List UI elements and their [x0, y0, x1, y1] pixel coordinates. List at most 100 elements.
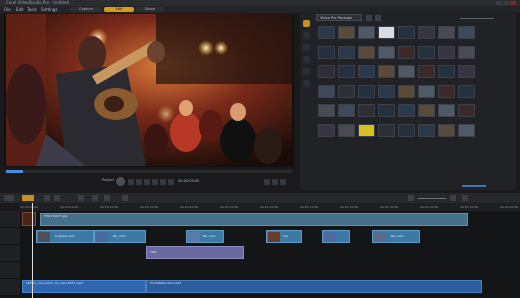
media-thumbnail[interactable]	[398, 123, 415, 137]
zoom-in-icon[interactable]	[450, 195, 456, 201]
library-scroll-indicator[interactable]	[462, 185, 486, 187]
media-thumbnail[interactable]	[418, 26, 435, 39]
folder-icon[interactable]	[375, 15, 381, 21]
media-thumbnail[interactable]	[458, 104, 475, 117]
video-clip[interactable]: BG_Intro	[186, 230, 224, 243]
media-thumbnail[interactable]	[458, 123, 475, 137]
tab-edit[interactable]: Edit	[104, 7, 134, 12]
media-thumbnail[interactable]	[338, 104, 355, 117]
media-thumbnail[interactable]	[318, 104, 335, 117]
fit-project-icon[interactable]	[462, 195, 468, 201]
media-thumbnail[interactable]	[418, 45, 435, 59]
library-folder-select[interactable]: Video Pro Package	[316, 14, 362, 21]
music-clip[interactable]: PhotoReflection.mp3	[146, 280, 482, 293]
media-thumbnail[interactable]	[378, 45, 395, 59]
menu-edit[interactable]: Edit	[16, 6, 24, 13]
playhead[interactable]	[32, 203, 33, 298]
tab-share[interactable]: Share	[136, 7, 164, 12]
media-thumbnail[interactable]	[438, 26, 455, 39]
timeline-view-button[interactable]	[22, 195, 34, 201]
media-thumbnail[interactable]	[458, 84, 475, 98]
menu-settings[interactable]: Settings	[41, 6, 57, 13]
storyboard-view-button[interactable]	[4, 195, 14, 201]
video-clip[interactable]: M_Bass1.wav	[36, 230, 94, 243]
filter-icon[interactable]	[303, 80, 310, 87]
media-thumbnail[interactable]	[338, 65, 355, 78]
redo-icon[interactable]	[54, 195, 60, 201]
sound-mixer-icon[interactable]	[92, 195, 98, 201]
overlay-clip-thumbnail[interactable]	[22, 212, 36, 226]
previous-frame-button[interactable]	[136, 179, 142, 185]
media-thumbnail[interactable]	[398, 65, 415, 78]
media-thumbnail[interactable]	[358, 123, 375, 137]
video-clip[interactable]: BG_Intro	[372, 230, 420, 243]
media-thumbnail[interactable]	[418, 123, 435, 137]
title-icon[interactable]	[303, 56, 310, 63]
video-clip[interactable]: BG_Intro	[94, 230, 146, 243]
video-clip[interactable]	[322, 230, 350, 243]
media-thumbnail[interactable]	[358, 84, 375, 98]
maximize-button[interactable]	[503, 1, 509, 5]
undo-icon[interactable]	[44, 195, 50, 201]
overlay-track-header[interactable]	[0, 228, 20, 245]
media-thumbnail[interactable]	[378, 123, 395, 137]
media-thumbnail[interactable]	[358, 65, 375, 78]
media-thumbnail[interactable]	[378, 84, 395, 98]
media-thumbnail[interactable]	[378, 104, 395, 117]
scrub-bar[interactable]	[6, 170, 292, 173]
media-thumbnail[interactable]	[398, 104, 415, 117]
media-thumbnail[interactable]	[378, 26, 395, 39]
zoom-slider[interactable]	[418, 198, 446, 199]
home-button[interactable]	[128, 179, 134, 185]
media-thumbnail[interactable]	[338, 123, 355, 137]
media-thumbnail[interactable]	[318, 45, 335, 59]
record-capture-icon[interactable]	[78, 195, 84, 201]
media-thumbnail[interactable]	[438, 104, 455, 117]
media-thumbnail[interactable]	[418, 65, 435, 78]
fullscreen-button[interactable]	[280, 179, 286, 185]
instant-project-icon[interactable]	[303, 32, 310, 39]
media-thumbnail[interactable]	[398, 45, 415, 59]
media-thumbnail[interactable]	[338, 26, 355, 39]
music-track-header[interactable]	[0, 279, 20, 296]
media-thumbnail[interactable]	[318, 65, 335, 78]
minimize-button[interactable]	[496, 1, 502, 5]
media-icon[interactable]	[303, 20, 310, 27]
title-clip[interactable]: Title	[146, 246, 244, 259]
media-thumbnail[interactable]	[438, 84, 455, 98]
media-thumbnail[interactable]	[338, 45, 355, 59]
import-media-icon[interactable]	[366, 15, 372, 21]
thumbnail-size-slider[interactable]	[460, 18, 494, 19]
voice-track-header[interactable]	[0, 262, 20, 279]
media-thumbnail[interactable]	[338, 84, 355, 98]
media-thumbnail[interactable]	[458, 65, 475, 78]
media-thumbnail[interactable]	[438, 123, 455, 137]
media-thumbnail[interactable]	[458, 45, 475, 59]
menu-tools[interactable]: Tools	[27, 6, 37, 13]
zoom-out-icon[interactable]	[408, 195, 414, 201]
media-thumbnail[interactable]	[438, 45, 455, 59]
time-ruler[interactable]: 00:00:00:00 00:00:10:00 00:00:20:00 00:00:3…	[20, 203, 520, 211]
video-clip[interactable]: clip	[266, 230, 302, 243]
media-thumbnail[interactable]	[398, 84, 415, 98]
timecode[interactable]: 00:00:05:00	[178, 179, 199, 183]
graphic-icon[interactable]	[303, 68, 310, 75]
overlay-clip[interactable]: FHD1T0077.jpg	[40, 213, 468, 226]
video-track-header[interactable]	[0, 211, 20, 228]
media-thumbnail[interactable]	[318, 123, 335, 137]
play-button[interactable]	[116, 177, 125, 186]
split-button[interactable]	[272, 179, 278, 185]
menu-file[interactable]: File	[4, 6, 11, 13]
media-thumbnail[interactable]	[418, 84, 435, 98]
end-button[interactable]	[152, 179, 158, 185]
media-thumbnail[interactable]	[398, 26, 415, 39]
transition-icon[interactable]	[303, 44, 310, 51]
media-thumbnail[interactable]	[318, 84, 335, 98]
tab-capture[interactable]: Capture	[70, 7, 102, 12]
volume-button[interactable]	[168, 179, 174, 185]
media-thumbnail[interactable]	[378, 65, 395, 78]
media-thumbnail[interactable]	[318, 26, 335, 39]
media-thumbnail[interactable]	[358, 104, 375, 117]
auto-music-icon[interactable]	[104, 195, 110, 201]
media-thumbnail[interactable]	[458, 26, 475, 39]
